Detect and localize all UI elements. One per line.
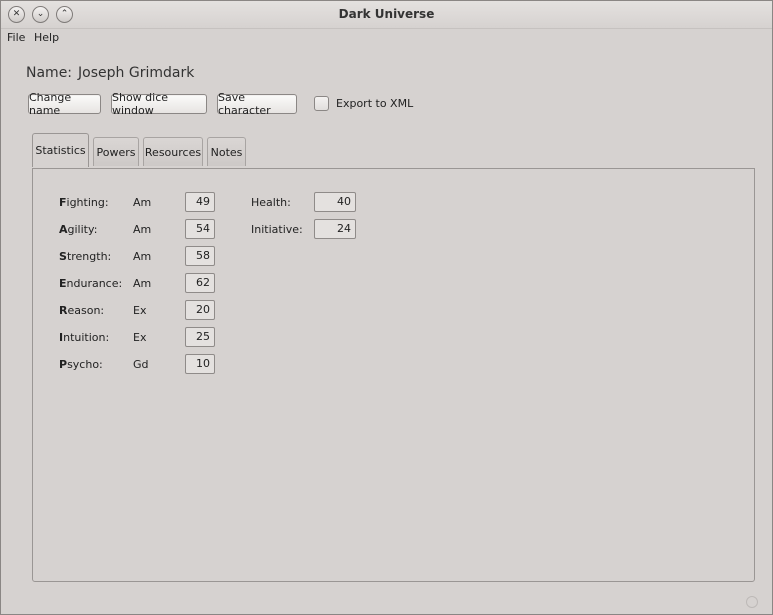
health-value[interactable]: 40: [314, 192, 356, 212]
health-label: Health:: [251, 196, 291, 209]
stat-label-fighting: Fighting:: [59, 196, 109, 209]
tab-powers[interactable]: Powers: [93, 137, 139, 166]
stat-label-endurance: Endurance:: [59, 277, 123, 290]
tab-resources[interactable]: Resources: [143, 137, 203, 166]
tab-statistics[interactable]: Statistics: [32, 133, 89, 167]
stat-rank-intuition: Ex: [133, 331, 147, 344]
stat-value-psycho[interactable]: 10: [185, 354, 215, 374]
title-bar: ✕ ⌄ ⌃ Dark Universe: [1, 1, 772, 29]
stat-rank-endurance: Am: [133, 277, 152, 290]
resize-grip-icon[interactable]: [746, 596, 758, 608]
stat-label-agility: Agility:: [59, 223, 98, 236]
stat-label-strength: Strength:: [59, 250, 112, 263]
stat-rank-agility: Am: [133, 223, 152, 236]
menu-help[interactable]: Help: [34, 31, 59, 44]
tab-notes[interactable]: Notes: [207, 137, 246, 166]
initiative-value[interactable]: 24: [314, 219, 356, 239]
stat-rank-fighting: Am: [133, 196, 152, 209]
stat-rank-psycho: Gd: [133, 358, 149, 371]
name-label: Name:: [26, 65, 73, 81]
export-xml-checkbox[interactable]: [314, 96, 329, 111]
stat-value-intuition[interactable]: 25: [185, 327, 215, 347]
initiative-label: Initiative:: [251, 223, 303, 236]
stat-label-intuition: Intuition:: [59, 331, 110, 344]
character-name-row: Name: Joseph Grimdark: [26, 65, 194, 81]
export-xml-label[interactable]: Export to XML: [336, 97, 413, 110]
stat-label-reason: Reason:: [59, 304, 105, 317]
stat-value-strength[interactable]: 58: [185, 246, 215, 266]
stat-label-psycho: Psycho:: [59, 358, 103, 371]
menu-file[interactable]: File: [7, 31, 25, 44]
app-window: ✕ ⌄ ⌃ Dark Universe File Help Name: Josep…: [0, 0, 773, 615]
stat-value-fighting[interactable]: 49: [185, 192, 215, 212]
change-name-button[interactable]: Change name: [28, 91, 101, 117]
character-name: Joseph Grimdark: [78, 65, 195, 81]
save-character-button[interactable]: Save character: [217, 91, 297, 117]
window-title: Dark Universe: [338, 7, 435, 21]
show-dice-window-button[interactable]: Show dice window: [111, 91, 207, 117]
stat-rank-reason: Ex: [133, 304, 147, 317]
stat-value-endurance[interactable]: 62: [185, 273, 215, 293]
menu-bar: File Help: [1, 29, 772, 47]
statistics-panel: Fighting: Am 49 Agility: Am 54 Strength:…: [32, 168, 755, 582]
stat-value-agility[interactable]: 54: [185, 219, 215, 239]
stat-value-reason[interactable]: 20: [185, 300, 215, 320]
stat-rank-strength: Am: [133, 250, 152, 263]
